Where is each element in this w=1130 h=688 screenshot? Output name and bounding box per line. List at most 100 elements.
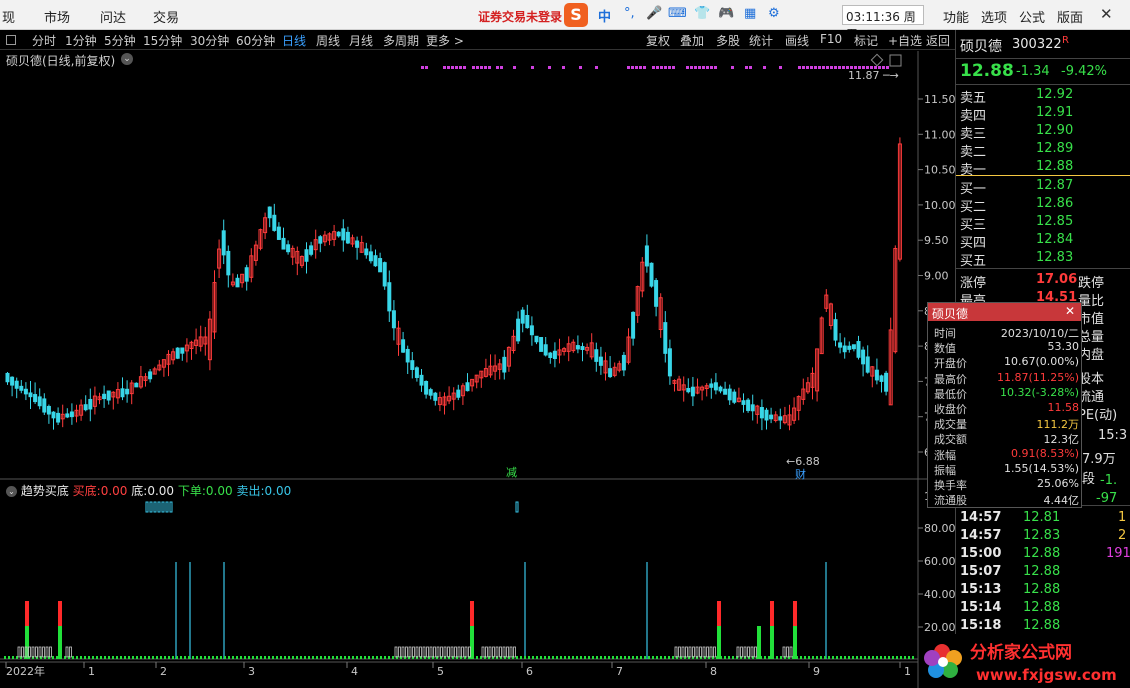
tool-button-8[interactable]: 返回 bbox=[926, 32, 950, 49]
baseline-tick bbox=[632, 656, 634, 659]
baseline-tick bbox=[828, 656, 830, 659]
close-icon[interactable]: ✕ bbox=[1065, 304, 1075, 318]
close-icon[interactable]: ✕ bbox=[1100, 5, 1113, 23]
time-tick-label: 4 bbox=[351, 665, 358, 678]
signal-dot bbox=[425, 66, 428, 69]
signal-dot bbox=[690, 66, 693, 69]
data-tooltip-popup[interactable]: 硕贝德 ✕ 时间 2023/10/10/二 数值 53.30 开盘价 10.67(0.00… bbox=[927, 302, 1082, 508]
menu-item-xian[interactable]: 现 bbox=[2, 7, 15, 26]
menu-item-market[interactable]: 市场 bbox=[44, 7, 70, 26]
period-tab-2[interactable]: 5分钟 bbox=[104, 32, 136, 49]
period-tab-1[interactable]: 1分钟 bbox=[65, 32, 97, 49]
tool-button-0[interactable]: 复权 bbox=[646, 32, 670, 49]
volume-tick bbox=[754, 646, 757, 658]
apps-grid-icon[interactable]: ▦ bbox=[744, 6, 756, 21]
skin-icon[interactable]: 👕 bbox=[694, 6, 710, 21]
candle-body bbox=[713, 382, 718, 391]
menu-item-wenda[interactable]: 问达 bbox=[100, 7, 126, 26]
popup-value-2: 10.67(0.00%) bbox=[1003, 355, 1079, 369]
last-price: 12.88 bbox=[960, 61, 1014, 81]
ime-mode[interactable]: 中 bbox=[598, 6, 611, 25]
indicator-name[interactable]: 趋势买底 bbox=[21, 484, 69, 498]
baseline-tick bbox=[360, 656, 362, 659]
microphone-icon[interactable]: 🎤 bbox=[646, 6, 662, 21]
baseline-tick bbox=[668, 656, 670, 659]
panel-toggle-icon[interactable] bbox=[6, 35, 16, 45]
menu-item-options[interactable]: 选项 bbox=[981, 7, 1007, 26]
baseline-tick bbox=[200, 656, 202, 659]
signal-dot bbox=[745, 66, 748, 69]
login-notice[interactable]: 证券交易未登录 bbox=[478, 8, 562, 25]
baseline-tick bbox=[876, 656, 878, 659]
diamond-icon bbox=[870, 53, 884, 67]
candle-body bbox=[106, 390, 111, 401]
signal-dot bbox=[652, 66, 655, 69]
baseline-tick bbox=[872, 656, 874, 659]
price-tick-label: 11.50 bbox=[924, 93, 955, 106]
menu-item-function[interactable]: 功能 bbox=[943, 7, 969, 26]
candle-body bbox=[838, 342, 843, 348]
period-tab-0[interactable]: 分时 bbox=[32, 32, 56, 49]
menu-item-trade[interactable]: 交易 bbox=[153, 7, 179, 26]
menu-item-formula[interactable]: 公式 bbox=[1019, 7, 1045, 26]
popup-value-11: 4.44亿 bbox=[1043, 494, 1080, 508]
indicator-value-sell: 0.00 bbox=[264, 484, 292, 498]
tool-button-5[interactable]: F10 bbox=[820, 32, 842, 46]
period-tab-5[interactable]: 60分钟 bbox=[236, 32, 275, 49]
tool-button-3[interactable]: 统计 bbox=[749, 32, 773, 49]
time-tick-label: 6 bbox=[526, 665, 533, 678]
tool-button-7[interactable]: +自选 bbox=[888, 32, 922, 49]
signal-dot bbox=[830, 66, 833, 69]
period-tab-8[interactable]: 月线 bbox=[349, 32, 373, 49]
baseline-tick bbox=[392, 656, 394, 659]
tool-button-1[interactable]: 叠加 bbox=[680, 32, 704, 49]
period-tab-3[interactable]: 15分钟 bbox=[143, 32, 182, 49]
kline-chart[interactable]: 11.5011.0010.5010.009.509.008.508.007.50… bbox=[0, 51, 955, 688]
baseline-tick bbox=[52, 656, 54, 659]
baseline-tick bbox=[100, 656, 102, 659]
chevron-down-icon[interactable]: ⌄ bbox=[121, 53, 133, 65]
baseline-tick bbox=[12, 656, 14, 659]
signal-dot bbox=[463, 66, 466, 69]
settings-icon[interactable]: ⚙ bbox=[768, 6, 780, 21]
baseline-tick bbox=[364, 656, 366, 659]
volume-tick bbox=[21, 646, 24, 658]
menu-item-layout[interactable]: 版面 bbox=[1057, 7, 1083, 26]
period-tab-7[interactable]: 周线 bbox=[316, 32, 340, 49]
volume-tick bbox=[398, 646, 401, 658]
candle-body bbox=[19, 385, 24, 391]
tool-button-6[interactable]: 标记 bbox=[854, 32, 878, 49]
punct-icon[interactable]: °, bbox=[624, 6, 635, 21]
sogou-logo-icon[interactable]: S bbox=[564, 3, 588, 27]
signal-dot bbox=[513, 66, 516, 69]
baseline-tick bbox=[588, 656, 590, 659]
tool-button-2[interactable]: 多股 bbox=[716, 32, 740, 49]
period-tab-6[interactable]: 日线 bbox=[282, 32, 306, 49]
baseline-tick bbox=[216, 656, 218, 659]
volume-tick bbox=[422, 646, 426, 658]
baseline-tick bbox=[524, 656, 526, 659]
period-tab-9[interactable]: 多周期 bbox=[383, 32, 419, 49]
popup-row-1: 数值 53.30 bbox=[931, 340, 1079, 355]
time-tick-label: 7 bbox=[616, 665, 623, 678]
period-tab-10[interactable]: 更多 > bbox=[426, 32, 464, 49]
baseline-tick bbox=[96, 656, 98, 659]
volume-tick bbox=[736, 646, 740, 658]
baseline-tick bbox=[716, 656, 718, 659]
keyboard-icon[interactable]: ⌨ bbox=[668, 6, 687, 21]
baseline-tick bbox=[568, 656, 570, 659]
popup-header: 硕贝德 ✕ bbox=[928, 303, 1081, 321]
tool-button-4[interactable]: 画线 bbox=[785, 32, 809, 49]
period-tab-4[interactable]: 30分钟 bbox=[190, 32, 229, 49]
popup-row-2: 开盘价 10.67(0.00%) bbox=[931, 355, 1079, 370]
baseline-tick bbox=[132, 656, 134, 659]
signal-dot bbox=[488, 66, 491, 69]
game-icon[interactable]: 🎮 bbox=[718, 6, 734, 21]
baseline-tick bbox=[772, 656, 774, 659]
popup-row-9: 振幅 1.55(14.53%) bbox=[931, 462, 1079, 477]
popup-value-7: 12.3亿 bbox=[1043, 433, 1080, 447]
chevron-down-icon[interactable]: ⌄ bbox=[6, 486, 17, 497]
candle-body bbox=[378, 258, 383, 273]
candle-body bbox=[341, 228, 346, 241]
volume-tick bbox=[481, 646, 485, 658]
